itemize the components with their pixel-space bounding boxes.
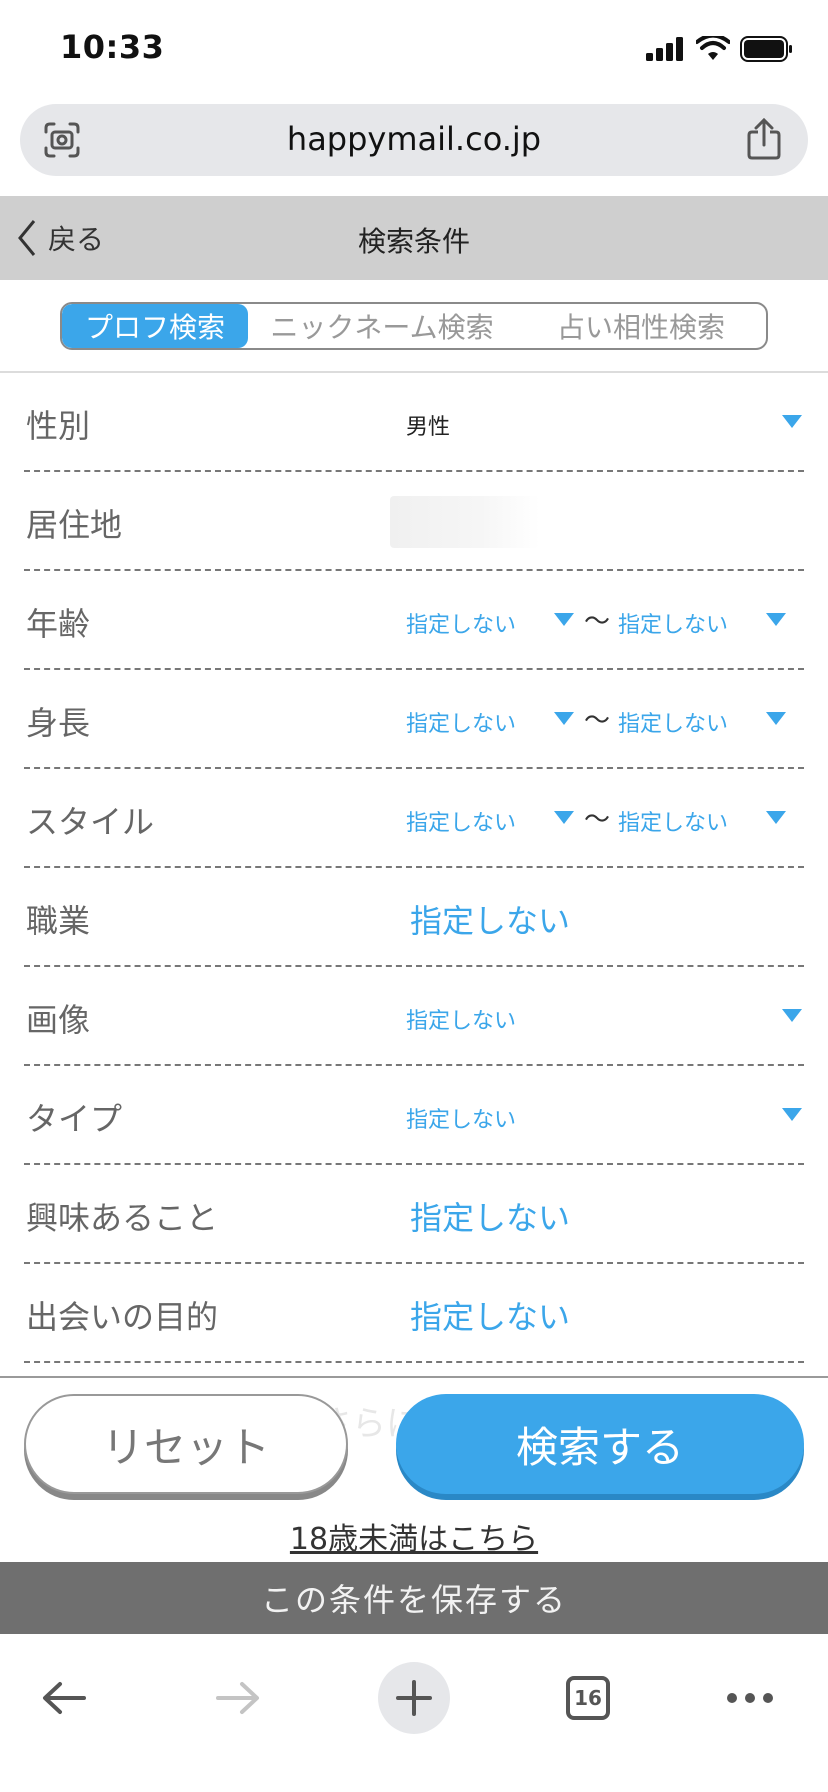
more-dots-icon <box>727 1693 773 1703</box>
condition-list: 性別 男性 居住地 年齢 指定しない 〜 指定しない 身長 指定しない 〜 指定… <box>0 373 828 1363</box>
gender-select[interactable]: 男性 <box>406 409 450 441</box>
range-tilde: 〜 <box>584 805 611 835</box>
row-residence[interactable]: 居住地 <box>24 472 804 571</box>
type-label: タイプ <box>26 1100 123 1138</box>
tab-profile-search[interactable]: プロフ検索 <box>62 304 248 348</box>
row-image[interactable]: 画像 指定しない <box>24 967 804 1066</box>
row-type[interactable]: タイプ 指定しない <box>24 1066 804 1165</box>
tab-fortune-search[interactable]: 占い相性検索 <box>516 304 766 348</box>
image-select[interactable]: 指定しない <box>406 1003 516 1035</box>
range-tilde: 〜 <box>584 607 611 637</box>
style-to-select[interactable]: 指定しない <box>618 805 728 837</box>
type-select[interactable]: 指定しない <box>406 1102 516 1134</box>
purpose-value[interactable]: 指定しない <box>410 1292 570 1338</box>
interests-label: 興味あること <box>26 1199 219 1237</box>
range-tilde: 〜 <box>584 706 611 736</box>
more-menu-button[interactable] <box>714 1662 786 1734</box>
back-arrow-button[interactable] <box>28 1662 100 1734</box>
row-purpose[interactable]: 出会いの目的 指定しない <box>24 1264 804 1363</box>
wifi-icon <box>696 36 730 60</box>
dropdown-arrow-icon[interactable] <box>782 415 802 428</box>
row-style: スタイル 指定しない 〜 指定しない <box>24 769 804 868</box>
share-icon[interactable] <box>746 118 782 160</box>
dropdown-arrow-icon[interactable] <box>554 613 574 626</box>
address-bar[interactable]: happymail.co.jp <box>20 104 808 176</box>
reset-button[interactable]: リセット <box>24 1394 348 1494</box>
page-header: 戻る 検索条件 <box>0 196 828 280</box>
forward-arrow-button[interactable] <box>202 1662 274 1734</box>
image-label: 画像 <box>26 1001 91 1039</box>
cellular-signal-icon <box>646 37 683 61</box>
row-gender[interactable]: 性別 男性 <box>24 373 804 472</box>
battery-icon <box>740 36 792 62</box>
status-icons <box>646 36 794 62</box>
search-type-tabs: プロフ検索 ニックネーム検索 占い相性検索 <box>60 302 768 350</box>
status-time: 10:33 <box>60 28 165 66</box>
residence-label: 居住地 <box>26 506 123 544</box>
age-from-select[interactable]: 指定しない <box>406 607 516 639</box>
dropdown-arrow-icon[interactable] <box>766 613 786 626</box>
url-text[interactable]: happymail.co.jp <box>20 120 808 158</box>
style-label: スタイル <box>26 803 155 841</box>
occupation-label: 職業 <box>26 902 91 940</box>
interests-value[interactable]: 指定しない <box>410 1193 570 1239</box>
dropdown-arrow-icon[interactable] <box>554 712 574 725</box>
under18-link[interactable]: 18歳未満はこちら <box>290 1522 538 1557</box>
arrow-left-icon <box>43 1682 86 1714</box>
under18-link-wrap: 18歳未満はこちら <box>0 1514 828 1558</box>
row-interests[interactable]: 興味あること 指定しない <box>24 1165 804 1264</box>
style-from-select[interactable]: 指定しない <box>406 805 516 837</box>
page-title: 検索条件 <box>357 225 470 258</box>
arrow-right-icon <box>216 1682 259 1714</box>
tabs-button[interactable]: 16 <box>552 1662 624 1734</box>
row-height: 身長 指定しない 〜 指定しない <box>24 670 804 769</box>
dropdown-arrow-icon[interactable] <box>766 712 786 725</box>
height-from-select[interactable]: 指定しない <box>406 706 516 738</box>
new-tab-button[interactable] <box>378 1662 450 1734</box>
row-age: 年齢 指定しない 〜 指定しない <box>24 571 804 670</box>
tab-nickname-search[interactable]: ニックネーム検索 <box>248 304 516 348</box>
status-bar: 10:33 <box>0 0 828 100</box>
height-to-select[interactable]: 指定しない <box>618 706 728 738</box>
dropdown-arrow-icon[interactable] <box>554 811 574 824</box>
age-label: 年齢 <box>26 605 91 643</box>
occupation-value[interactable]: 指定しない <box>410 896 570 942</box>
dropdown-arrow-icon[interactable] <box>782 1009 802 1022</box>
save-conditions-button[interactable]: この条件を保存する <box>0 1562 828 1634</box>
age-to-select[interactable]: 指定しない <box>618 607 728 639</box>
tab-count: 16 <box>566 1676 610 1720</box>
search-button[interactable]: 検索する <box>396 1394 804 1494</box>
dropdown-arrow-icon[interactable] <box>766 811 786 824</box>
residence-value-blurred[interactable] <box>390 496 540 548</box>
gender-label: 性別 <box>26 407 91 445</box>
height-label: 身長 <box>26 704 91 742</box>
row-occupation[interactable]: 職業 指定しない <box>24 868 804 967</box>
browser-toolbar: 16 <box>0 1634 828 1792</box>
dropdown-arrow-icon[interactable] <box>782 1108 802 1121</box>
divider <box>0 1376 828 1378</box>
plus-icon <box>396 1680 432 1716</box>
purpose-label: 出会いの目的 <box>26 1298 219 1336</box>
